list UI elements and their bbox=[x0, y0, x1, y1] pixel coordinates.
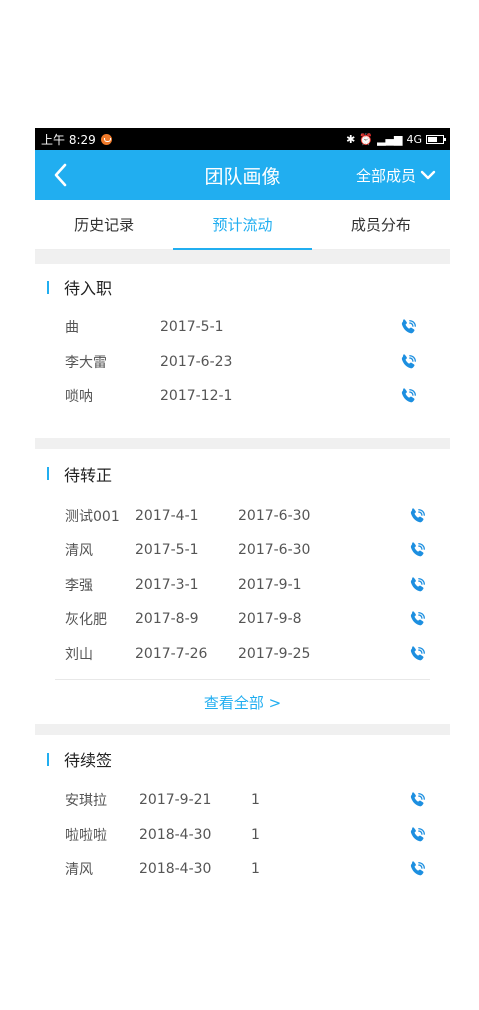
section-title: 待转正 bbox=[64, 465, 113, 485]
alarm-icon: ⏰ bbox=[359, 132, 374, 146]
renewal-count: 1 bbox=[251, 826, 260, 843]
list-item: 测试001 2017-4-1 2017-6-30 bbox=[35, 499, 450, 534]
signal-icon: ▂▄▆ bbox=[377, 132, 403, 146]
member-filter-label: 全部成员 bbox=[355, 166, 416, 185]
phone-call-icon[interactable] bbox=[408, 609, 428, 629]
phone-call-icon[interactable] bbox=[399, 317, 419, 337]
network-type: 4G bbox=[406, 132, 422, 146]
section-pending-entry: 待入职 曲 2017-5-1 李大雷 2017-6-23 唢呐 2017-12-… bbox=[35, 264, 450, 414]
list-item: 刘山 2017-7-26 2017-9-25 bbox=[35, 637, 450, 672]
start-date: 2017-3-1 bbox=[135, 576, 199, 593]
entry-date: 2017-6-23 bbox=[160, 353, 233, 370]
section-gap bbox=[35, 250, 450, 264]
list-item: 安琪拉 2017-9-21 1 bbox=[35, 783, 450, 818]
employee-name: 安琪拉 bbox=[65, 793, 107, 810]
tab-bar: 历史记录 预计流动 成员分布 bbox=[35, 200, 450, 250]
phone-call-icon[interactable] bbox=[399, 352, 419, 372]
tab-history[interactable]: 历史记录 bbox=[35, 200, 173, 249]
page-title: 团队画像 bbox=[204, 165, 281, 188]
employee-name: 曲 bbox=[65, 320, 79, 337]
section-header: 待续签 bbox=[35, 735, 450, 783]
employee-name: 清风 bbox=[65, 862, 93, 879]
contract-end-date: 2018-4-30 bbox=[139, 861, 212, 878]
regularization-date: 2017-9-8 bbox=[238, 611, 302, 628]
section-accent-bar bbox=[47, 752, 49, 766]
employee-name: 啦啦啦 bbox=[65, 827, 107, 844]
list-item: 灰化肥 2017-8-9 2017-9-8 bbox=[35, 602, 450, 637]
entry-date: 2017-12-1 bbox=[160, 388, 233, 405]
employee-name: 李强 bbox=[65, 577, 93, 594]
notification-app-icon bbox=[100, 133, 112, 145]
member-filter-dropdown[interactable]: 全部成员 bbox=[356, 150, 436, 200]
phone-call-icon[interactable] bbox=[408, 859, 428, 879]
bluetooth-icon: ✱ bbox=[346, 132, 356, 146]
phone-call-icon[interactable] bbox=[408, 825, 428, 845]
back-arrow-icon[interactable] bbox=[49, 161, 71, 189]
employee-name: 测试001 bbox=[65, 508, 120, 525]
section-header: 待入职 bbox=[35, 264, 450, 310]
employee-name: 唢呐 bbox=[65, 389, 93, 406]
contract-end-date: 2017-9-21 bbox=[139, 792, 212, 809]
start-date: 2017-4-1 bbox=[135, 507, 199, 524]
list-item: 李强 2017-3-1 2017-9-1 bbox=[35, 568, 450, 603]
section-pending-regularization: 待转正 测试001 2017-4-1 2017-6-30 清风 2017-5-1… bbox=[35, 449, 450, 725]
employee-name: 刘山 bbox=[65, 646, 93, 663]
list-item: 唢呐 2017-12-1 bbox=[35, 379, 450, 414]
phone-call-icon[interactable] bbox=[399, 386, 419, 406]
phone-call-icon[interactable] bbox=[408, 790, 428, 810]
section-title: 待入职 bbox=[64, 279, 113, 298]
section-gap bbox=[35, 724, 450, 735]
section-gap bbox=[35, 437, 450, 449]
status-time: 上午 8:29 bbox=[41, 132, 96, 147]
phone-call-icon[interactable] bbox=[408, 540, 428, 560]
entry-date: 2017-5-1 bbox=[160, 319, 224, 336]
regularization-date: 2017-6-30 bbox=[238, 507, 311, 524]
tab-expected-flow[interactable]: 预计流动 bbox=[173, 200, 312, 250]
status-bar: 上午 8:29 ✱ ⏰ ▂▄▆ 4G bbox=[35, 128, 450, 150]
renewal-count: 1 bbox=[251, 792, 260, 809]
regularization-date: 2017-9-25 bbox=[238, 645, 311, 662]
employee-name: 李大雷 bbox=[65, 354, 107, 371]
section-title: 待续签 bbox=[64, 751, 113, 770]
regularization-date: 2017-6-30 bbox=[238, 542, 311, 559]
nav-header: 团队画像 全部成员 bbox=[35, 150, 450, 200]
list-item: 李大雷 2017-6-23 bbox=[35, 345, 450, 380]
section-accent-bar bbox=[47, 280, 49, 294]
view-all-link[interactable]: 查看全部 > bbox=[35, 680, 450, 724]
phone-call-icon[interactable] bbox=[408, 644, 428, 664]
section-accent-bar bbox=[47, 467, 49, 480]
tab-member-distribution[interactable]: 成员分布 bbox=[312, 200, 450, 249]
phone-call-icon[interactable] bbox=[408, 575, 428, 595]
renewal-count: 1 bbox=[251, 861, 260, 878]
employee-name: 清风 bbox=[65, 543, 93, 560]
app-screen: 上午 8:29 ✱ ⏰ ▂▄▆ 4G 团队画像 全部成员 历史记录 预计流动 成… bbox=[35, 128, 450, 898]
regularization-date: 2017-9-1 bbox=[238, 576, 302, 593]
list-item: 清风 2018-4-30 1 bbox=[35, 852, 450, 887]
list-item: 清风 2017-5-1 2017-6-30 bbox=[35, 533, 450, 568]
chevron-down-icon bbox=[420, 170, 436, 180]
start-date: 2017-8-9 bbox=[135, 611, 199, 628]
start-date: 2017-5-1 bbox=[135, 542, 199, 559]
list-item: 啦啦啦 2018-4-30 1 bbox=[35, 818, 450, 853]
contract-end-date: 2018-4-30 bbox=[139, 826, 212, 843]
section-pending-renewal: 待续签 安琪拉 2017-9-21 1 啦啦啦 2018-4-30 1 清风 2… bbox=[35, 735, 450, 887]
employee-name: 灰化肥 bbox=[65, 612, 107, 629]
section-header: 待转正 bbox=[35, 449, 450, 499]
list-item: 曲 2017-5-1 bbox=[35, 310, 450, 345]
phone-call-icon[interactable] bbox=[408, 506, 428, 526]
start-date: 2017-7-26 bbox=[135, 645, 208, 662]
battery-icon bbox=[426, 134, 446, 144]
